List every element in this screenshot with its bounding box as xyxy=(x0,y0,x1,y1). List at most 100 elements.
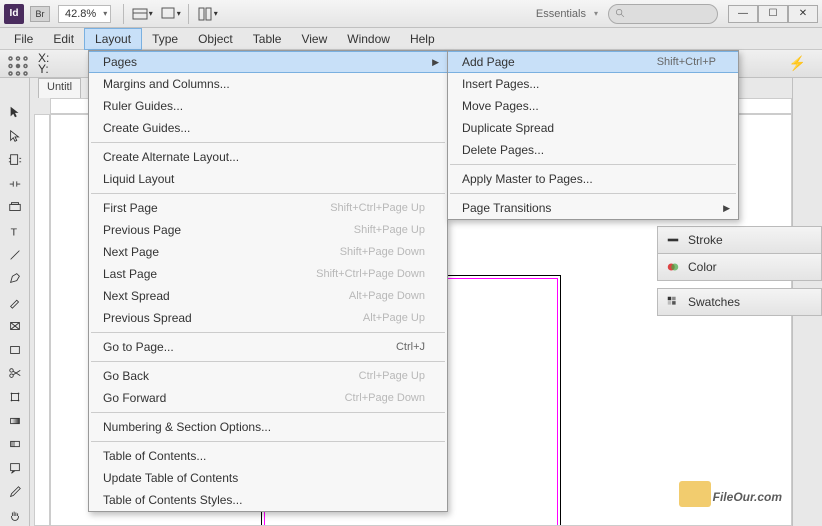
pages-menu-label: Apply Master to Pages... xyxy=(462,172,716,186)
line-tool[interactable] xyxy=(3,244,27,265)
layout-menu-label: Ruler Guides... xyxy=(103,99,425,113)
panel-color-label: Color xyxy=(688,260,717,274)
pages-submenu: Add PageShift+Ctrl+P Insert Pages... Move … xyxy=(447,50,739,220)
layout-menu-label: Next Page xyxy=(103,245,340,259)
layout-dropdown: Pages▶ Margins and Columns... Ruler Guides… xyxy=(88,50,448,512)
vertical-ruler[interactable] xyxy=(34,114,50,526)
layout-menu-item-10: Next PageShift+Page Down xyxy=(89,241,447,263)
pencil-tool[interactable] xyxy=(3,292,27,313)
eyedropper-tool[interactable] xyxy=(3,482,27,503)
page-tool[interactable] xyxy=(3,149,27,170)
menu-object[interactable]: Object xyxy=(188,29,243,49)
pages-menu-label: Add Page xyxy=(462,55,657,69)
gradient-feather-tool[interactable] xyxy=(3,434,27,455)
panel-stroke-label: Stroke xyxy=(688,233,723,247)
view-options-icon[interactable]: ▾ xyxy=(130,4,154,24)
menu-type[interactable]: Type xyxy=(142,29,188,49)
layout-menu-item-22[interactable]: Table of Contents... xyxy=(89,445,447,467)
arrange-docs-icon[interactable]: ▾ xyxy=(195,4,219,24)
layout-menu-label: Go Back xyxy=(103,369,359,383)
layout-menu-label: Previous Page xyxy=(103,223,354,237)
layout-menu-label: Table of Contents Styles... xyxy=(103,493,425,507)
selection-tool[interactable] xyxy=(3,102,27,123)
gap-tool[interactable] xyxy=(3,173,27,194)
layout-menu-item-8: First PageShift+Ctrl+Page Up xyxy=(89,197,447,219)
submenu-arrow-icon: ▶ xyxy=(723,203,730,214)
menu-window[interactable]: Window xyxy=(337,29,400,49)
panel-swatches[interactable]: Swatches xyxy=(657,288,822,316)
layout-menu-label: Create Guides... xyxy=(103,121,425,135)
scissors-tool[interactable] xyxy=(3,363,27,384)
layout-menu-item-23: Update Table of Contents xyxy=(89,467,447,489)
screen-mode-icon[interactable]: ▾ xyxy=(158,4,182,24)
zoom-level-select[interactable]: 42.8% xyxy=(58,5,111,23)
layout-menu-item-0[interactable]: Pages▶ xyxy=(89,51,447,73)
maximize-button[interactable]: ☐ xyxy=(758,5,788,23)
layout-menu-item-2[interactable]: Ruler Guides... xyxy=(89,95,447,117)
close-button[interactable]: ✕ xyxy=(788,5,818,23)
layout-menu-item-24[interactable]: Table of Contents Styles... xyxy=(89,489,447,511)
direct-selection-tool[interactable] xyxy=(3,126,27,147)
pages-menu-item-1[interactable]: Insert Pages... xyxy=(448,73,738,95)
note-tool[interactable] xyxy=(3,458,27,479)
layout-menu-item-1[interactable]: Margins and Columns... xyxy=(89,73,447,95)
layout-menu-shortcut: Shift+Ctrl+Page Down xyxy=(316,268,425,280)
rectangle-frame-tool[interactable] xyxy=(3,315,27,336)
layout-menu-shortcut: Ctrl+Page Down xyxy=(345,392,425,404)
layout-menu-label: Previous Spread xyxy=(103,311,363,325)
gradient-swatch-tool[interactable] xyxy=(3,410,27,431)
pages-menu-label: Duplicate Spread xyxy=(462,121,716,135)
layout-menu-label: Margins and Columns... xyxy=(103,77,425,91)
layout-menu-item-20[interactable]: Numbering & Section Options... xyxy=(89,416,447,438)
pages-menu-label: Delete Pages... xyxy=(462,143,716,157)
titlebar: Id Br 42.8% ▾ ▾ ▾ Essentials — ☐ ✕ xyxy=(0,0,822,28)
layout-menu-item-9: Previous PageShift+Page Up xyxy=(89,219,447,241)
pages-menu-label: Move Pages... xyxy=(462,99,716,113)
bridge-badge[interactable]: Br xyxy=(30,6,50,22)
layout-menu-label: First Page xyxy=(103,201,330,215)
reference-point-icon[interactable] xyxy=(6,54,30,74)
hand-tool[interactable] xyxy=(3,505,27,526)
panel-stroke[interactable]: Stroke xyxy=(657,226,822,254)
menu-edit[interactable]: Edit xyxy=(43,29,84,49)
free-transform-tool[interactable] xyxy=(3,387,27,408)
pages-menu-item-3[interactable]: Duplicate Spread xyxy=(448,117,738,139)
layout-menu-shortcut: Ctrl+Page Up xyxy=(359,370,425,382)
pages-menu-item-4: Delete Pages... xyxy=(448,139,738,161)
layout-menu-label: Create Alternate Layout... xyxy=(103,150,425,164)
document-tab[interactable]: Untitl xyxy=(38,78,81,98)
menu-help[interactable]: Help xyxy=(400,29,445,49)
layout-menu-shortcut: Alt+Page Down xyxy=(349,290,425,302)
layout-menu-shortcut: Ctrl+J xyxy=(396,341,425,353)
layout-menu-label: Numbering & Section Options... xyxy=(103,420,425,434)
pages-menu-label: Page Transitions xyxy=(462,201,716,215)
type-tool[interactable]: T xyxy=(3,221,27,242)
workspace-switcher[interactable]: Essentials xyxy=(528,6,600,22)
pages-menu-item-6[interactable]: Apply Master to Pages... xyxy=(448,168,738,190)
search-input[interactable] xyxy=(608,4,718,24)
pages-menu-item-2[interactable]: Move Pages... xyxy=(448,95,738,117)
menu-table[interactable]: Table xyxy=(243,29,292,49)
rectangle-tool[interactable] xyxy=(3,339,27,360)
menu-view[interactable]: View xyxy=(291,29,337,49)
minimize-button[interactable]: — xyxy=(728,5,758,23)
content-collector-tool[interactable] xyxy=(3,197,27,218)
pages-menu-item-8[interactable]: Page Transitions ▶ xyxy=(448,197,738,219)
layout-menu-item-18: Go ForwardCtrl+Page Down xyxy=(89,387,447,409)
layout-menu-item-15[interactable]: Go to Page...Ctrl+J xyxy=(89,336,447,358)
tools-panel: T xyxy=(0,78,30,526)
window-controls: — ☐ ✕ xyxy=(728,5,818,23)
pen-tool[interactable] xyxy=(3,268,27,289)
menu-layout[interactable]: Layout xyxy=(84,28,142,50)
layout-menu-item-3[interactable]: Create Guides... xyxy=(89,117,447,139)
svg-text:T: T xyxy=(10,226,17,238)
layout-menu-item-6[interactable]: Liquid Layout xyxy=(89,168,447,190)
layout-menu-shortcut: Shift+Page Down xyxy=(340,246,425,258)
panel-color[interactable]: Color xyxy=(657,253,822,281)
pages-menu-item-0[interactable]: Add PageShift+Ctrl+P xyxy=(448,51,738,73)
layout-menu-item-5[interactable]: Create Alternate Layout... xyxy=(89,146,447,168)
pages-menu-label: Insert Pages... xyxy=(462,77,716,91)
submenu-arrow-icon: ▶ xyxy=(432,57,439,68)
quick-apply-icon[interactable]: ⚡ xyxy=(789,55,806,72)
menu-file[interactable]: File xyxy=(4,29,43,49)
